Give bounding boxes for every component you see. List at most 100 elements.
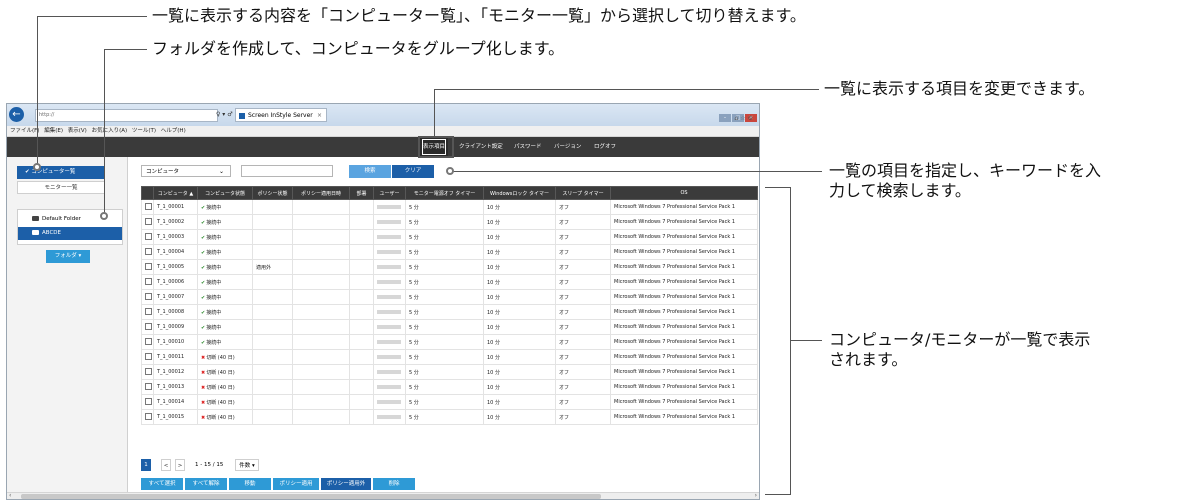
row-checkbox-cell[interactable] [141, 304, 154, 320]
checkbox[interactable] [145, 262, 152, 270]
scroll-right-icon[interactable]: › [755, 492, 757, 499]
menu-view[interactable]: 表示(V) [68, 128, 87, 134]
folder-button[interactable]: フォルダ ▾ [46, 250, 90, 263]
deselect-all-button[interactable]: すべて解除 [185, 478, 227, 490]
row-checkbox-cell[interactable] [141, 274, 154, 290]
row-checkbox-cell[interactable] [141, 349, 154, 365]
table-row[interactable]: T_1_00012 ✖切断 (40 日) 5 分 10 分オフ Microsoft Wi… [141, 364, 758, 380]
table-row[interactable]: T_1_00005 ✔接続中 適用外 5 分 10 分オフ Microsoft Windo… [141, 259, 758, 275]
row-checkbox-cell[interactable] [141, 199, 154, 215]
menu-edit[interactable]: 編集(E) [44, 128, 63, 134]
star-icon[interactable]: ☆ [740, 115, 747, 122]
minimize-icon[interactable]: – [719, 114, 731, 122]
row-checkbox-cell[interactable] [141, 394, 154, 410]
checkbox[interactable] [145, 217, 152, 225]
table-row[interactable]: T_1_00008 ✔接続中 5 分 10 分オフ Microsoft Windows … [141, 304, 758, 320]
nav-version[interactable]: バージョン [554, 137, 581, 157]
table-header-cell[interactable]: ポリシー適用日時 [292, 186, 350, 200]
row-checkbox-cell[interactable] [141, 244, 154, 260]
row-checkbox-cell[interactable] [141, 364, 154, 380]
row-checkbox-cell[interactable] [141, 289, 154, 305]
sidebar-computer-list[interactable]: ✔ コンピューター覧 [17, 166, 105, 179]
menu-file[interactable]: ファイル(F) [10, 128, 39, 134]
row-checkbox-cell[interactable] [141, 409, 154, 425]
checkbox[interactable] [145, 352, 152, 360]
table-row[interactable]: T_1_00010 ✔接続中 5 分 10 分オフ Microsoft Windows … [141, 334, 758, 350]
table-header-cell[interactable]: ユーザー [373, 186, 406, 200]
table-row[interactable]: T_1_00014 ✖切断 (40 日) 5 分 10 分オフ Microsoft Wi… [141, 394, 758, 410]
table-row[interactable]: T_1_00013 ✖切断 (40 日) 5 分 10 分オフ Microsoft Wi… [141, 379, 758, 395]
page-size-select[interactable]: 件数 ▾ [235, 459, 259, 471]
folder-item-abcde[interactable]: ABCDE [18, 227, 122, 240]
scroll-left-icon[interactable]: ‹ [9, 492, 11, 499]
menu-favorites[interactable]: お気に入り(A) [92, 128, 128, 134]
page-prev[interactable]: < [161, 459, 171, 471]
checkbox[interactable] [145, 397, 152, 405]
checkbox[interactable] [145, 337, 152, 345]
checkbox[interactable] [145, 277, 152, 285]
table-row[interactable]: T_1_00015 ✖切断 (40 日) 5 分 10 分オフ Microsoft Wi… [141, 409, 758, 425]
sidebar-monitor-list[interactable]: モニター一覧 [17, 181, 105, 194]
back-arrow-icon[interactable]: ← [9, 107, 24, 122]
table-row[interactable]: T_1_00002 ✔接続中 5 分 10 分オフ Microsoft Windows … [141, 214, 758, 230]
row-checkbox-cell[interactable] [141, 259, 154, 275]
tab-close-icon[interactable]: × [317, 109, 322, 123]
keyword-input[interactable] [241, 165, 333, 177]
move-button[interactable]: 移動 [229, 478, 271, 490]
table-header-cell[interactable]: Windowsロック タイマー [483, 186, 556, 200]
table-row[interactable]: T_1_00009 ✔接続中 5 分 10 分オフ Microsoft Windows … [141, 319, 758, 335]
table-row[interactable]: T_1_00011 ✖切断 (40 日) 5 分 10 分オフ Microsoft Wi… [141, 349, 758, 365]
scroll-thumb[interactable] [21, 494, 601, 499]
checkbox[interactable] [145, 292, 152, 300]
policy-exclude-button[interactable]: ポリシー適用外 [321, 478, 371, 490]
table-header-cell[interactable]: コンピュータ ▲ [153, 186, 198, 200]
checkbox[interactable] [145, 307, 152, 315]
horizontal-scrollbar[interactable]: ‹ › [7, 492, 759, 499]
page-current[interactable]: 1 [141, 459, 151, 471]
table-header-cell[interactable]: スリープ タイマー [555, 186, 611, 200]
gear-icon[interactable]: ⚙ [748, 115, 755, 122]
os: Microsoft Windows 7 Professional Service… [610, 334, 758, 350]
search-field-select[interactable]: コンピュータ ⌄ [141, 165, 231, 177]
checkbox[interactable] [145, 232, 152, 240]
nav-logoff[interactable]: ログオフ [594, 137, 616, 157]
clear-button[interactable]: クリア [392, 165, 434, 178]
user [373, 379, 406, 395]
checkbox[interactable] [145, 202, 152, 210]
row-checkbox-cell[interactable] [141, 319, 154, 335]
row-checkbox-cell[interactable] [141, 379, 154, 395]
address-controls[interactable]: ♀ ▾ ♂ [216, 109, 233, 120]
row-checkbox-cell[interactable] [141, 229, 154, 245]
table-header-cell[interactable]: OS [610, 186, 758, 200]
nav-client-settings[interactable]: クライアント設定 [459, 137, 503, 157]
checkbox[interactable] [145, 367, 152, 375]
table-header-cell[interactable] [141, 186, 154, 200]
menu-help[interactable]: ヘルプ(H) [161, 128, 186, 134]
table-row[interactable]: T_1_00004 ✔接続中 5 分 10 分オフ Microsoft Windows … [141, 244, 758, 260]
search-button[interactable]: 検索 [349, 165, 391, 178]
leader-line-folder-h [104, 49, 147, 50]
address-bar[interactable]: http:// [35, 109, 218, 122]
chevron-down-icon: ⌄ [218, 168, 224, 175]
table-row[interactable]: T_1_00007 ✔接続中 5 分 10 分オフ Microsoft Windows … [141, 289, 758, 305]
page-next[interactable]: > [175, 459, 185, 471]
menu-tools[interactable]: ツール(T) [132, 128, 156, 134]
table-row[interactable]: T_1_00001 ✔接続中 5 分 10 分オフ Microsoft Windows … [141, 199, 758, 215]
table-header-cell[interactable]: モニター電源オフ タイマー [405, 186, 484, 200]
policy-apply-button[interactable]: ポリシー適用 [273, 478, 319, 490]
checkbox[interactable] [145, 412, 152, 420]
row-checkbox-cell[interactable] [141, 214, 154, 230]
checkbox[interactable] [145, 247, 152, 255]
table-row[interactable]: T_1_00003 ✔接続中 5 分 10 分オフ Microsoft Windows … [141, 229, 758, 245]
table-header-cell[interactable]: 部署 [349, 186, 374, 200]
nav-password[interactable]: パスワード [514, 137, 542, 157]
table-row[interactable]: T_1_00006 ✔接続中 5 分 10 分オフ Microsoft Windows … [141, 274, 758, 290]
select-all-button[interactable]: すべて選択 [141, 478, 183, 490]
browser-tab[interactable]: Screen InStyle Server × [235, 108, 327, 122]
table-header-cell[interactable]: ポリシー状態 [252, 186, 293, 200]
checkbox[interactable] [145, 322, 152, 330]
table-header-cell[interactable]: コンピュータ状態 [197, 186, 253, 200]
delete-button[interactable]: 削除 [373, 478, 415, 490]
checkbox[interactable] [145, 382, 152, 390]
row-checkbox-cell[interactable] [141, 334, 154, 350]
